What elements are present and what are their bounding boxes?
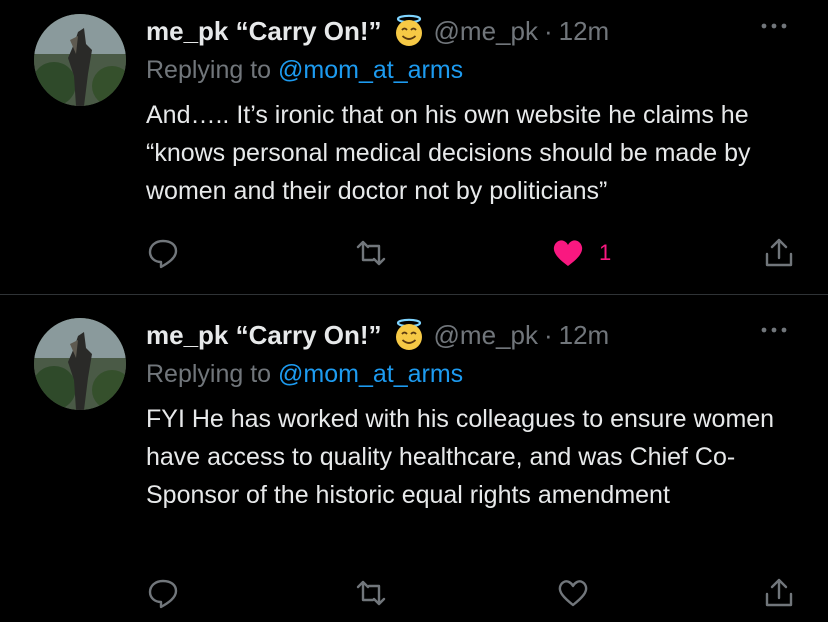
replying-to-line: Replying to @mom_at_arms <box>146 56 463 85</box>
replying-to-mention[interactable]: @mom_at_arms <box>278 56 463 84</box>
replying-to-mention[interactable]: @mom_at_arms <box>278 360 463 388</box>
tweet-divider <box>0 294 828 295</box>
reply-button[interactable] <box>146 576 180 610</box>
timestamp[interactable]: 12m <box>559 320 610 351</box>
retweet-button[interactable] <box>354 576 388 610</box>
heart-icon <box>553 240 583 266</box>
author-handle[interactable]: @me_pk <box>434 320 538 351</box>
tweet-header: me_pk “Carry On!” @me_pk · 12m <box>146 318 609 352</box>
avatar[interactable] <box>34 14 126 106</box>
retweet-icon <box>356 240 386 266</box>
replying-to-label: Replying to <box>146 56 272 84</box>
author-name[interactable]: me_pk “Carry On!” <box>146 320 382 351</box>
share-button[interactable] <box>762 236 796 270</box>
replying-to-label: Replying to <box>146 360 272 388</box>
tweet-text: And….. It’s ironic that on his own websi… <box>146 101 751 205</box>
smiling-face-with-halo-icon <box>392 318 426 352</box>
heart-outline-icon <box>558 580 588 607</box>
retweet-icon <box>356 580 386 606</box>
reply-button[interactable] <box>146 236 180 270</box>
tweet[interactable]: me_pk “Carry On!” @me_pk · 12m Replying … <box>0 0 828 294</box>
tweet-actions: 1 <box>0 234 828 274</box>
reply-icon <box>148 239 178 269</box>
like-count: 1 <box>599 240 612 265</box>
author-name[interactable]: me_pk “Carry On!” <box>146 16 382 47</box>
avatar-image <box>34 318 126 410</box>
author-handle[interactable]: @me_pk <box>434 16 538 47</box>
more-options-icon[interactable] <box>756 318 792 342</box>
avatar[interactable] <box>34 318 126 410</box>
share-icon <box>765 238 793 267</box>
like-button[interactable] <box>556 576 590 610</box>
separator-dot: · <box>543 319 553 350</box>
reply-icon <box>148 579 178 609</box>
like-button[interactable]: 1 <box>551 236 611 270</box>
avatar-image <box>34 14 126 106</box>
share-button[interactable] <box>762 576 796 610</box>
more-options-icon[interactable] <box>756 14 792 38</box>
tweet-actions <box>0 574 828 614</box>
tweet-header: me_pk “Carry On!” @me_pk · 12m <box>146 14 609 48</box>
timestamp[interactable]: 12m <box>559 16 610 47</box>
share-icon <box>765 578 793 607</box>
separator-dot: · <box>543 15 553 46</box>
replying-to-line: Replying to @mom_at_arms <box>146 360 463 389</box>
tweet[interactable]: me_pk “Carry On!” @me_pk · 12m Replying … <box>0 304 828 622</box>
retweet-button[interactable] <box>354 236 388 270</box>
smiling-face-with-halo-icon <box>392 14 426 48</box>
tweet-text: FYI He has worked with his colleagues to… <box>146 405 775 509</box>
